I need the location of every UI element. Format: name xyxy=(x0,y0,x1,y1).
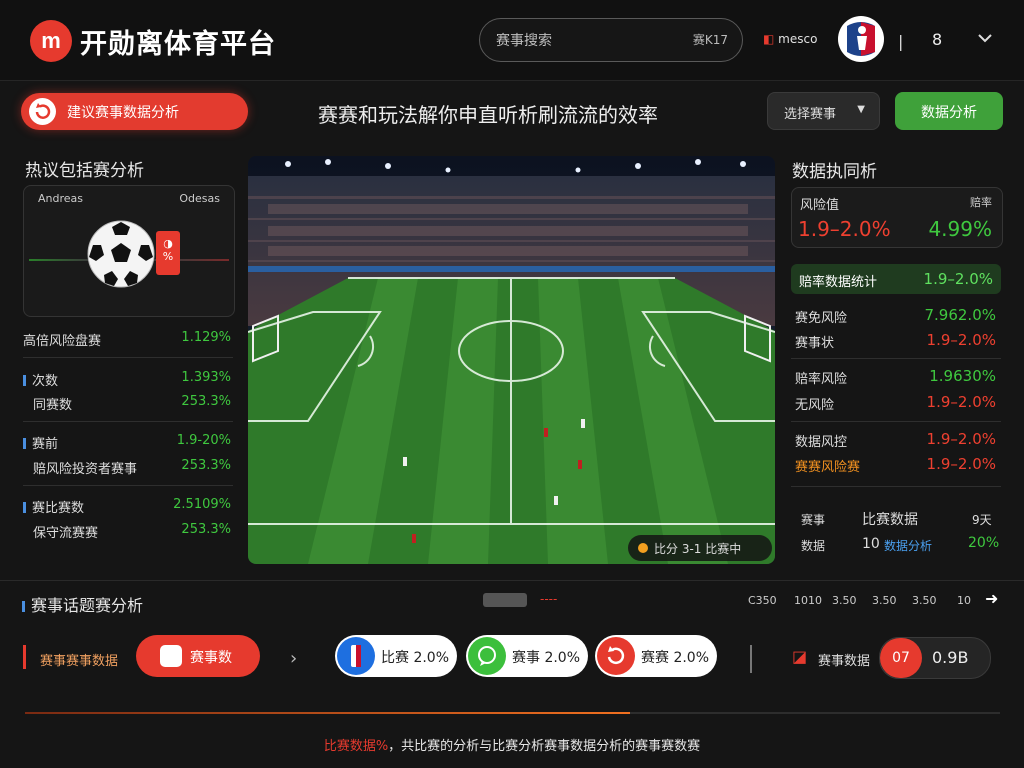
stat-row[interactable]: 同赛数 253.3% xyxy=(23,390,233,416)
odds-row[interactable]: 赛赛风险赛 1.9–2.0% xyxy=(795,453,1000,477)
footer-text: 比赛数据%，共比赛的分析与比赛分析赛事数据分析的赛事赛数赛 xyxy=(323,739,701,754)
next-page-icon[interactable]: ➜ xyxy=(985,589,998,608)
analyze-button[interactable]: 数据分析 xyxy=(895,92,1003,130)
ticker-label: 赛事数据 xyxy=(818,654,871,669)
live-score-badge[interactable]: 比分 3-1 比赛中 xyxy=(628,535,772,561)
progress-fill xyxy=(25,712,630,714)
divider xyxy=(791,486,1001,487)
user-menu-label: 8 xyxy=(932,30,943,49)
site-title[interactable]: 开勋离体育平台 xyxy=(80,22,276,61)
mini-stat: 20% xyxy=(968,535,1000,551)
avatar[interactable] xyxy=(838,16,884,62)
bullet-icon xyxy=(22,601,25,612)
chevron-down-icon[interactable] xyxy=(975,28,995,48)
divider xyxy=(23,421,233,422)
stat-row[interactable]: 保守流赛赛 253.3% xyxy=(23,518,233,544)
page-link[interactable]: 1010 xyxy=(794,594,822,607)
brand-link[interactable]: ◧ mesco xyxy=(763,32,817,46)
nba-logo-icon xyxy=(839,17,883,61)
mini-stat: 赛事 xyxy=(801,513,826,527)
market-pill[interactable]: 赛事 2.0% xyxy=(466,635,588,677)
odds-card[interactable]: 风险值 赔率 1.9–2.0% 4.99% xyxy=(791,187,1003,248)
odds-highlight-row[interactable]: 赔率数据统计 1.9–2.0% xyxy=(791,264,1001,294)
strip-action-button[interactable]: 赛事数 xyxy=(136,635,260,677)
nba-icon xyxy=(337,637,375,675)
stat-row[interactable]: 赛前 1.9-20% xyxy=(23,429,233,455)
odds-row[interactable]: 赛免风险 7.962.0% xyxy=(795,304,1000,328)
odds-row[interactable]: 无风险 1.9–2.0% xyxy=(795,391,1000,415)
divider xyxy=(791,358,1001,359)
search-hint: 赛K17 xyxy=(692,33,728,47)
mini-stat: 比赛数据 xyxy=(862,512,918,528)
promo-button[interactable]: 建议赛事数据分析 xyxy=(21,93,248,130)
right-panel-title: 数据执同析 xyxy=(792,162,877,182)
search-input[interactable] xyxy=(494,29,658,53)
trend-tag: ◑% xyxy=(156,231,180,275)
match-select-value: 选择赛事 xyxy=(784,107,837,122)
divider xyxy=(791,421,1001,422)
page-link[interactable]: 3.50 xyxy=(832,594,857,607)
odds-row[interactable]: 数据风控 1.9–2.0% xyxy=(795,428,1000,452)
stat-row[interactable]: 次数 1.393% xyxy=(23,366,233,392)
left-panel-title: 热议包括赛分析 xyxy=(25,161,144,181)
score-value: 0.9B xyxy=(932,648,969,667)
market-pill[interactable]: 赛赛 2.0% xyxy=(595,635,717,677)
live-score-text: 比分 3-1 比赛中 xyxy=(654,542,742,556)
bullet-icon xyxy=(23,375,26,386)
divider xyxy=(23,485,233,486)
chat-icon xyxy=(468,637,506,675)
match-card[interactable]: Andreas Odesas ◑% xyxy=(23,185,235,317)
divider xyxy=(23,357,233,358)
brand-name: mesco xyxy=(778,32,818,46)
odds-row[interactable]: 赔率风险 1.9630% xyxy=(795,365,1000,389)
headline: 赛赛和玩法解你申直听析刷流流的效率 xyxy=(318,103,658,127)
pager-dash: ---- xyxy=(540,592,558,606)
bullet-icon xyxy=(23,502,26,513)
match-select[interactable]: 选择赛事 ▼ xyxy=(767,92,880,130)
mini-stat: 10 xyxy=(862,536,880,552)
promo-label: 建议赛事数据分析 xyxy=(67,105,179,121)
stat-row[interactable]: 赔风险投资者赛事 253.3% xyxy=(23,454,233,480)
logo-icon[interactable]: m xyxy=(30,20,72,62)
page-link[interactable]: 10 xyxy=(957,594,971,607)
live-indicator-icon xyxy=(638,543,648,553)
odds-row[interactable]: 赛事状 1.9–2.0% xyxy=(795,329,1000,353)
user-menu[interactable]: 8 xyxy=(932,30,942,49)
score-pill[interactable]: 07 0.9B xyxy=(879,637,991,679)
chevron-right-icon[interactable]: › xyxy=(290,648,297,669)
progress-bar xyxy=(25,712,1000,714)
mini-stat: 数据 xyxy=(801,539,826,553)
search-box[interactable]: 赛K17 xyxy=(479,18,743,62)
analyze-label: 数据分析 xyxy=(921,105,977,121)
stadium-image xyxy=(248,156,775,564)
stat-row[interactable]: 高倍风险盘赛 1.129% xyxy=(23,326,233,352)
card-tab-away[interactable]: Odesas xyxy=(179,192,220,205)
badge-icon xyxy=(160,645,182,667)
refresh-icon xyxy=(29,98,56,125)
ticker-icon: ◪ xyxy=(792,647,808,666)
section-title: 赛事话题赛分析 xyxy=(22,592,143,616)
strip-label: 赛事赛事数据 xyxy=(40,654,119,669)
page-link[interactable]: 3.50 xyxy=(872,594,897,607)
strip-separator xyxy=(750,645,752,673)
market-pill[interactable]: 比赛 2.0% xyxy=(335,635,457,677)
soccer-ball-icon xyxy=(87,220,155,288)
card-tab-home[interactable]: Andreas xyxy=(38,192,83,205)
mini-stat: 9天 xyxy=(972,513,992,527)
rank-badge: 07 xyxy=(880,638,922,678)
page-link[interactable]: 3.50 xyxy=(912,594,937,607)
refresh-icon xyxy=(597,637,635,675)
strip-accent xyxy=(23,645,26,669)
caret-down-icon: ▼ xyxy=(857,104,865,115)
brand-mark-icon: ◧ xyxy=(763,32,775,46)
stat-row[interactable]: 赛比赛数 2.5109% xyxy=(23,493,233,519)
pager-indicator[interactable] xyxy=(483,593,527,607)
page-link[interactable]: C350 xyxy=(748,594,777,607)
live-match-view[interactable] xyxy=(248,156,775,564)
mini-stat: 数据分析 xyxy=(884,539,933,553)
bullet-icon xyxy=(23,438,26,449)
header-separator: | xyxy=(898,32,904,51)
